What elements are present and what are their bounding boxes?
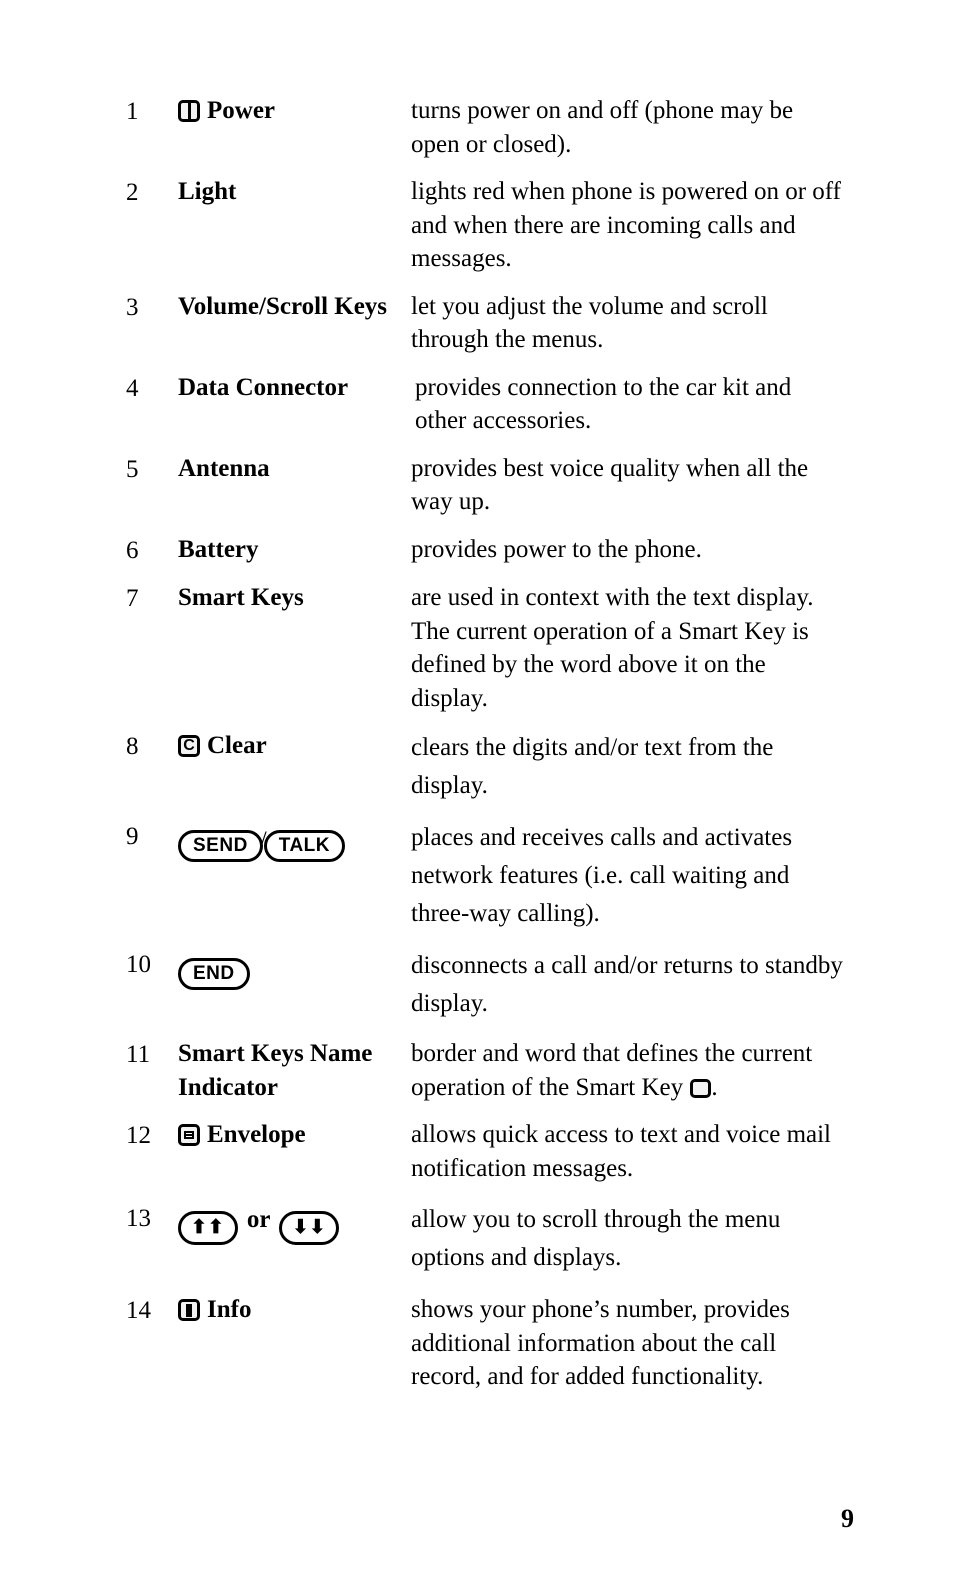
clear-key-icon: C — [178, 735, 200, 757]
item-number: 1 — [126, 98, 139, 125]
legend-row: 9 SEND / TALK places and receives calls an… — [126, 819, 846, 933]
clear-key-glyph: C — [183, 737, 195, 754]
item-label: Envelope — [207, 1121, 306, 1148]
item-description: border and word that defines the current… — [410, 1037, 846, 1104]
item-label-cell: Antenna — [178, 452, 410, 486]
envelope-key-icon — [178, 1124, 200, 1146]
legend-row: 8 C Clear clears the digits and/or text f… — [126, 729, 846, 805]
item-description: clears the digits and/or text from the d… — [411, 734, 774, 799]
item-number: 6 — [126, 536, 139, 564]
item-number: 5 — [126, 455, 139, 483]
item-label: Info — [207, 1296, 252, 1323]
item-number: 10 — [126, 951, 151, 978]
item-number: 14 — [126, 1297, 151, 1324]
legend-row: 6 Battery provides power to the phone. — [126, 533, 846, 568]
item-label-cell: Light — [178, 175, 410, 209]
item-number: 13 — [126, 1205, 151, 1232]
legend-row: 13 ⬆⬆ or ⬇⬇ allow you to scroll through th… — [126, 1201, 846, 1277]
legend-row: 3 Volume/Scroll Keys let you adjust the … — [126, 290, 846, 357]
item-number: 12 — [126, 1122, 151, 1149]
legend-row: 1 Power turns power on and off (phone ma… — [126, 94, 846, 161]
legend-row: 5 Antenna provides best voice quality wh… — [126, 452, 846, 519]
end-key-icon: END — [178, 958, 250, 990]
item-label-cell: SEND / TALK — [178, 819, 410, 862]
item-label-cell: ⬆⬆ or ⬇⬇ — [178, 1201, 410, 1245]
item-label: Data Connector — [178, 373, 349, 401]
item-description: lights red when phone is powered on or o… — [411, 178, 842, 272]
item-description: shows your phone’s number, provides addi… — [411, 1296, 790, 1390]
item-label: Clear — [207, 732, 267, 759]
legend-row: 7 Smart Keys are used in context with th… — [126, 581, 846, 715]
item-description: are used in context with the text displa… — [411, 584, 814, 712]
item-number: 2 — [126, 179, 139, 206]
document-page: 1 Power turns power on and off (phone ma… — [0, 0, 954, 1590]
feature-legend-table: 1 Power turns power on and off (phone ma… — [126, 94, 846, 1408]
item-label-cell: END — [178, 947, 410, 990]
item-label-cell: Envelope — [178, 1118, 410, 1152]
scroll-up-key-icon: ⬆⬆ — [178, 1211, 238, 1245]
item-label-cell: Power — [178, 94, 410, 128]
item-label-cell: Battery — [178, 533, 410, 567]
send-key-icon: SEND — [178, 830, 263, 862]
page-number: 9 — [841, 1504, 854, 1533]
item-label: Antenna — [178, 454, 270, 482]
item-description: provides power to the phone. — [411, 535, 702, 563]
item-description: disconnects a call and/or returns to sta… — [411, 952, 843, 1017]
smart-key-icon — [690, 1078, 712, 1098]
info-key-icon — [178, 1299, 200, 1321]
or-conjunction: or — [246, 1206, 271, 1233]
item-description-suffix: . — [711, 1073, 718, 1101]
legend-row: 4 Data Connector provides connection to … — [126, 371, 846, 438]
item-number: 7 — [126, 585, 139, 612]
item-label: Light — [178, 178, 237, 205]
legend-row: 12 Envelope allows quick access to text … — [126, 1118, 846, 1185]
legend-row: 2 Light lights red when phone is powered… — [126, 175, 846, 276]
item-number: 4 — [126, 374, 139, 402]
legend-row: 14 Info shows your phone’s number, provi… — [126, 1293, 846, 1394]
item-number: 8 — [126, 733, 139, 760]
legend-row: 10 END disconnects a call and/or returns… — [126, 947, 846, 1023]
scroll-up-glyphs: ⬆⬆ — [191, 1217, 225, 1238]
item-description: provides best voice quality when all the… — [411, 454, 809, 516]
item-number: 3 — [126, 293, 139, 321]
item-label-cell: Smart Keys — [178, 581, 410, 615]
item-label-cell: Volume/Scroll Keys — [178, 290, 410, 324]
item-label: Smart Keys — [178, 584, 304, 611]
item-label: Smart Keys Name Indicator — [178, 1040, 373, 1101]
scroll-down-glyphs: ⬇⬇ — [292, 1217, 327, 1238]
item-description: places and receives calls and activates … — [411, 824, 793, 927]
item-description-text: border and word that defines the current… — [411, 1040, 813, 1101]
power-key-icon — [178, 100, 200, 122]
item-label: Power — [207, 97, 276, 124]
legend-row: 11 Smart Keys Name Indicator border and … — [126, 1037, 846, 1104]
item-description: let you adjust the volume and scroll thr… — [411, 292, 768, 354]
item-label-cell: C Clear — [178, 729, 410, 763]
item-label: Battery — [178, 535, 259, 563]
item-description: turns power on and off (phone may be ope… — [411, 97, 794, 158]
talk-key-icon: TALK — [263, 830, 345, 862]
item-label: Volume/Scroll Keys — [178, 292, 388, 320]
item-label-cell: Smart Keys Name Indicator — [178, 1037, 410, 1104]
scroll-down-key-icon: ⬇⬇ — [279, 1211, 340, 1245]
item-description: allow you to scroll through the menu opt… — [411, 1206, 781, 1271]
item-number: 11 — [126, 1041, 151, 1068]
item-label-cell: Info — [178, 1293, 410, 1327]
item-description: provides connection to the car kit and o… — [415, 373, 792, 435]
item-number: 9 — [126, 823, 139, 850]
item-description: allows quick access to text and voice ma… — [411, 1121, 832, 1182]
item-label-cell: Data Connector — [178, 371, 414, 405]
